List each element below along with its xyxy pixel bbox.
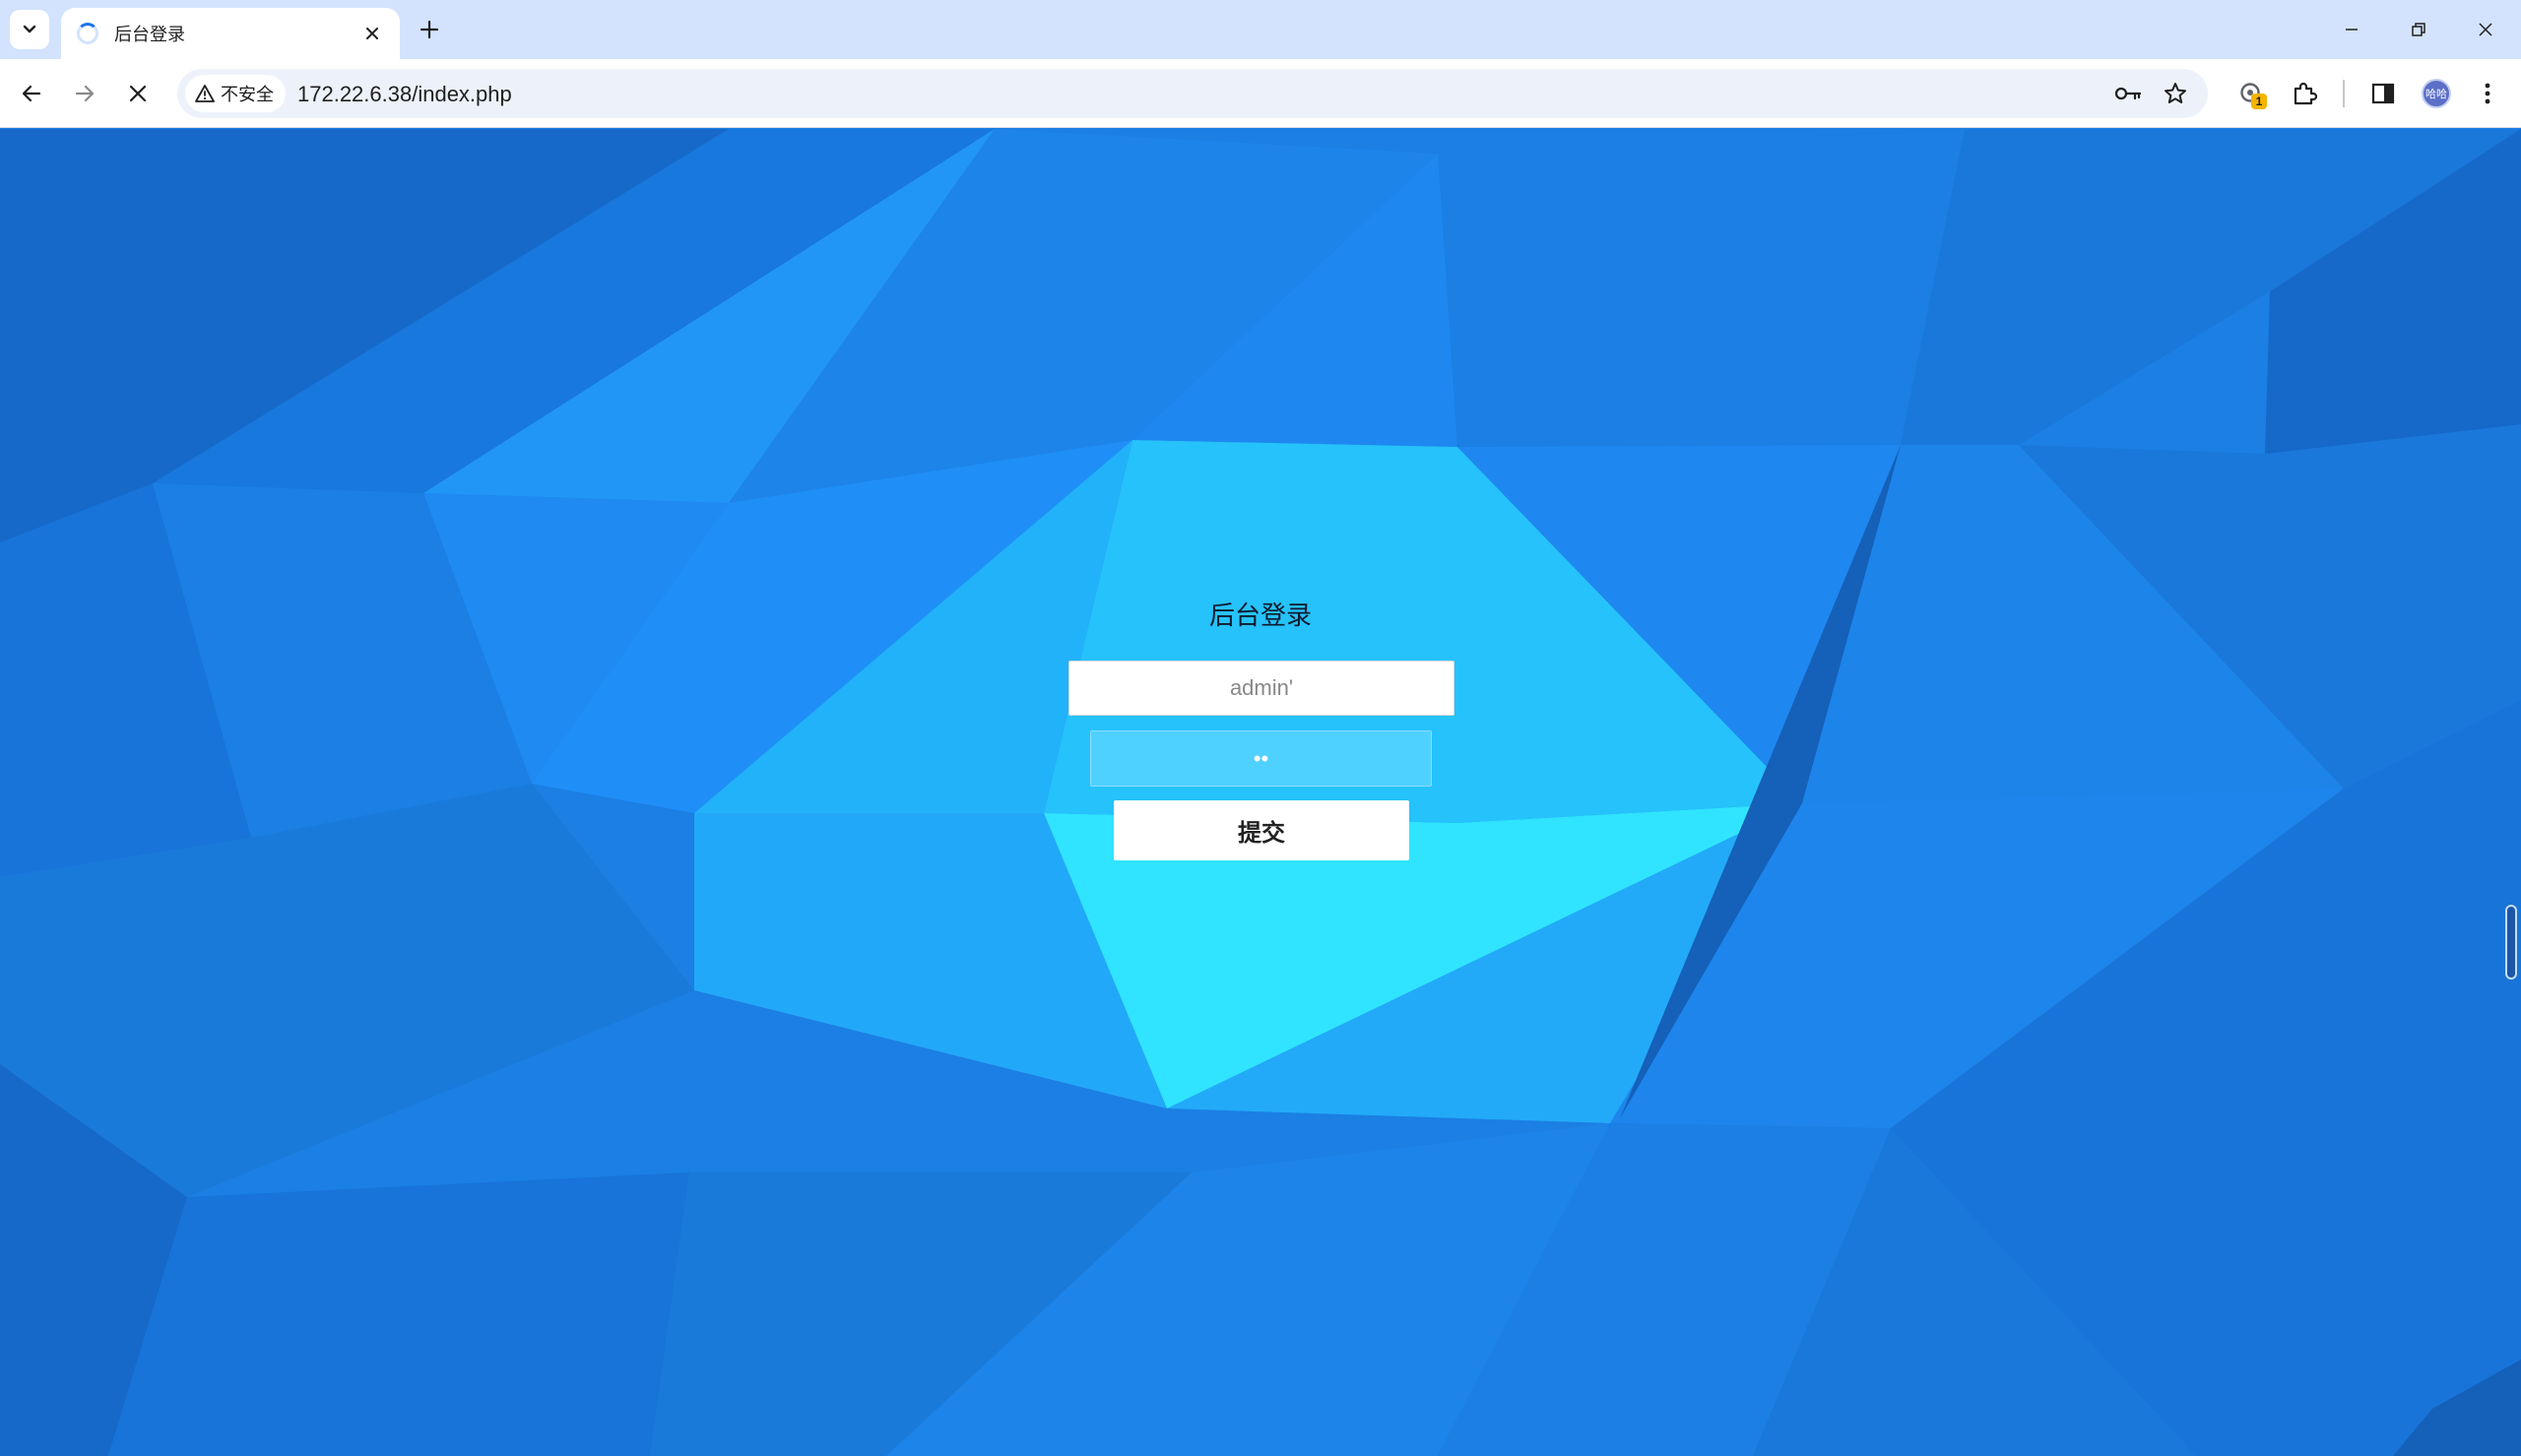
stop-icon bbox=[129, 85, 147, 102]
security-label: 不安全 bbox=[221, 85, 274, 104]
tab-title: 后台登录 bbox=[114, 25, 185, 44]
close-tab-icon[interactable] bbox=[358, 20, 386, 47]
security-indicator[interactable]: 不安全 bbox=[185, 75, 286, 112]
extensions-button[interactable] bbox=[2285, 74, 2324, 113]
address-bar[interactable]: 不安全 172.22.6.38/index.php bbox=[177, 69, 2208, 118]
side-panel-button[interactable] bbox=[2363, 74, 2403, 113]
warning-triangle-icon bbox=[195, 85, 215, 102]
active-tab[interactable]: 后台登录 bbox=[61, 8, 400, 59]
menu-button[interactable] bbox=[2468, 74, 2507, 113]
browser-toolbar: 不安全 172.22.6.38/index.php 1 哈哈 bbox=[0, 59, 2521, 128]
extension-activity-button[interactable]: 1 bbox=[2231, 74, 2271, 113]
forward-button[interactable] bbox=[63, 72, 106, 115]
stop-loading-button[interactable] bbox=[116, 72, 160, 115]
minimize-button[interactable] bbox=[2320, 8, 2383, 51]
side-panel-icon bbox=[2371, 83, 2395, 104]
low-poly-background bbox=[0, 129, 2521, 1456]
arrow-right-icon bbox=[75, 85, 95, 102]
password-input[interactable] bbox=[1090, 730, 1432, 787]
back-button[interactable] bbox=[10, 72, 53, 115]
new-tab-button[interactable] bbox=[410, 12, 449, 47]
puzzle-icon bbox=[2294, 82, 2317, 105]
restore-icon bbox=[2412, 23, 2425, 36]
loading-spinner-icon bbox=[77, 23, 98, 44]
scrollbar-thumb[interactable] bbox=[2505, 905, 2517, 980]
tab-search-button[interactable] bbox=[10, 10, 49, 49]
profile-button[interactable]: 哈哈 bbox=[2417, 74, 2456, 113]
chevron-down-icon bbox=[23, 25, 36, 33]
toolbar-divider bbox=[2343, 80, 2345, 107]
bookmark-star-button[interactable] bbox=[2161, 79, 2190, 108]
page-content: 后台登录 提交 bbox=[0, 129, 2521, 1456]
close-window-button[interactable] bbox=[2454, 8, 2517, 51]
login-title: 后台登录 bbox=[1208, 601, 1312, 630]
more-vertical-icon bbox=[2485, 83, 2490, 104]
avatar: 哈哈 bbox=[2422, 79, 2451, 108]
plus-icon bbox=[420, 20, 439, 39]
username-input[interactable] bbox=[1068, 661, 1454, 716]
tab-strip: 后台登录 bbox=[0, 0, 2521, 59]
arrow-left-icon bbox=[22, 85, 41, 102]
extension-badge: 1 bbox=[2251, 94, 2267, 109]
submit-button[interactable]: 提交 bbox=[1114, 800, 1409, 860]
password-key-button[interactable] bbox=[2113, 79, 2143, 108]
close-icon bbox=[2479, 23, 2492, 36]
restore-button[interactable] bbox=[2387, 8, 2450, 51]
minimize-icon bbox=[2346, 29, 2358, 31]
star-icon bbox=[2165, 83, 2186, 103]
key-icon bbox=[2114, 87, 2142, 100]
url-text[interactable]: 172.22.6.38/index.php bbox=[297, 82, 512, 107]
